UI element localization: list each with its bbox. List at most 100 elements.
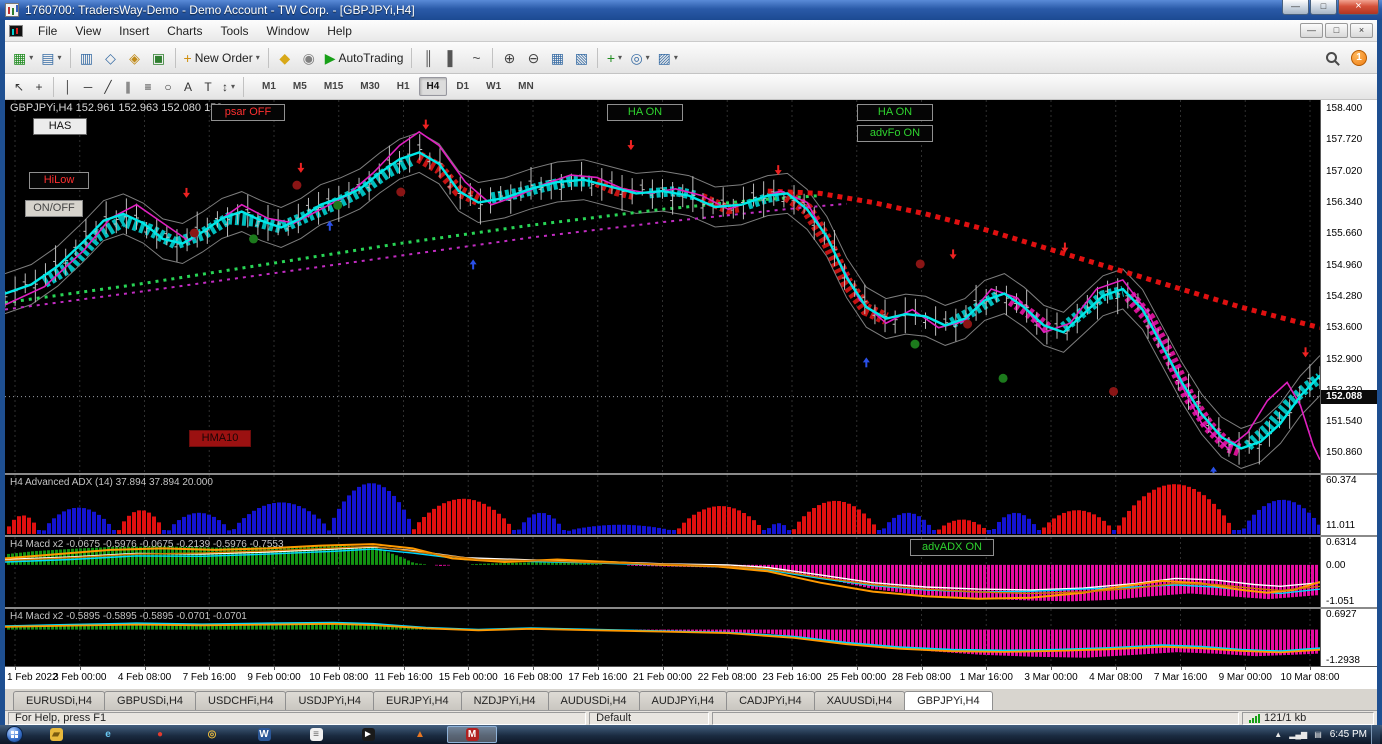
hilow-button[interactable]: HiLow bbox=[29, 172, 89, 189]
bar-chart-button[interactable]: ║ bbox=[416, 46, 440, 70]
search-icon[interactable] bbox=[1326, 52, 1337, 63]
macd1-indicator-pane[interactable]: H4 Macd x2 -0.0675 -0.5976 -0.0675 -0.21… bbox=[5, 537, 1377, 607]
menu-help[interactable]: Help bbox=[318, 21, 361, 41]
time-axis[interactable]: 1 Feb 20223 Feb 00:004 Feb 08:007 Feb 16… bbox=[5, 666, 1377, 688]
maximize-button[interactable]: □ bbox=[1310, 0, 1337, 15]
macd2-canvas[interactable] bbox=[5, 609, 1320, 666]
timeframe-m5-button[interactable]: M5 bbox=[285, 77, 315, 96]
advfo-button[interactable]: advFo ON bbox=[857, 125, 933, 142]
main-chart-pane[interactable]: GBPJPYi,H4 152.961 152.963 152.080 152. … bbox=[5, 100, 1377, 473]
menu-tools[interactable]: Tools bbox=[212, 21, 258, 41]
trendline-button[interactable]: ╱ bbox=[98, 77, 118, 97]
taskbar-item-mt4[interactable]: M bbox=[447, 726, 497, 743]
hidden-icons-button[interactable]: ▲ bbox=[1274, 730, 1282, 739]
network-icon[interactable]: ▂▄▆ bbox=[1289, 730, 1307, 739]
ha-button-right[interactable]: HA ON bbox=[857, 104, 933, 121]
timeframe-m30-button[interactable]: M30 bbox=[352, 77, 387, 96]
profiles-button[interactable]: ▤▾ bbox=[37, 46, 65, 70]
advadx-button[interactable]: advADX ON bbox=[910, 539, 994, 556]
taskbar-item-explorer[interactable]: ▰ bbox=[31, 726, 81, 743]
cascade-windows-button[interactable]: ▧ bbox=[569, 46, 593, 70]
cursor-button[interactable]: ↖ bbox=[9, 77, 29, 97]
mdi-minimize-button[interactable]: — bbox=[1300, 23, 1323, 38]
menu-window[interactable]: Window bbox=[258, 21, 319, 41]
text-button[interactable]: A bbox=[178, 77, 198, 97]
autotrading-button[interactable]: ▶AutoTrading bbox=[321, 46, 408, 70]
menu-file[interactable]: File bbox=[29, 21, 66, 41]
chart-tab-usdchfi[interactable]: USDCHFi,H4 bbox=[195, 691, 286, 710]
mdi-close-button[interactable]: × bbox=[1350, 23, 1373, 38]
onoff-button[interactable]: ON/OFF bbox=[25, 200, 83, 217]
has-button[interactable]: HAS bbox=[33, 118, 87, 135]
menu-insert[interactable]: Insert bbox=[110, 21, 158, 41]
chart-tab-gbpusdi[interactable]: GBPUSDi,H4 bbox=[104, 691, 196, 710]
taskbar-item-ie[interactable]: e bbox=[83, 726, 133, 743]
chart-tab-gbpjpyi[interactable]: GBPJPYi,H4 bbox=[904, 691, 993, 710]
start-button[interactable] bbox=[6, 726, 23, 743]
templates-button[interactable]: ▨▾ bbox=[654, 46, 682, 70]
timeframe-m1-button[interactable]: M1 bbox=[254, 77, 284, 96]
notifications-badge[interactable]: 1 bbox=[1351, 50, 1367, 66]
chart-tab-nzdjpyi[interactable]: NZDJPYi,H4 bbox=[461, 691, 549, 710]
hma-label[interactable]: HMA10 bbox=[189, 430, 251, 447]
taskbar-item-media[interactable]: ► bbox=[343, 726, 393, 743]
macd1-canvas[interactable] bbox=[5, 537, 1320, 607]
timeframe-w1-button[interactable]: W1 bbox=[478, 77, 509, 96]
horizontal-line-button[interactable]: ─ bbox=[78, 77, 98, 97]
market-watch-button[interactable]: ▥ bbox=[75, 46, 99, 70]
new-order-button[interactable]: +New Order▾ bbox=[180, 46, 264, 70]
psar-button[interactable]: psar OFF bbox=[211, 104, 285, 121]
taskbar-item-coins[interactable]: ◎ bbox=[187, 726, 237, 743]
candlestick-chart-button[interactable]: ▌ bbox=[440, 46, 464, 70]
indicators-button[interactable]: +▾ bbox=[602, 46, 626, 70]
chart-tab-cadjpyi[interactable]: CADJPYi,H4 bbox=[726, 691, 815, 710]
shapes-button[interactable]: ○ bbox=[158, 77, 178, 97]
timeframe-mn-button[interactable]: MN bbox=[510, 77, 542, 96]
taskbar-item-word[interactable]: W bbox=[239, 726, 289, 743]
periods-button[interactable]: ◎▾ bbox=[626, 46, 653, 70]
taskbar-item-notepad[interactable]: ≡ bbox=[291, 726, 341, 743]
status-profile[interactable]: Default bbox=[589, 712, 709, 725]
mdi-restore-button[interactable]: □ bbox=[1325, 23, 1348, 38]
data-window-button[interactable]: ◇ bbox=[99, 46, 123, 70]
new-chart-button[interactable]: ▦▾ bbox=[9, 46, 37, 70]
tile-windows-button[interactable]: ▦ bbox=[545, 46, 569, 70]
timeframe-h1-button[interactable]: H1 bbox=[389, 77, 418, 96]
expert-advisors-button[interactable]: ◉ bbox=[297, 46, 321, 70]
adx-indicator-pane[interactable]: H4 Advanced ADX (14) 37.894 37.894 20.00… bbox=[5, 475, 1377, 535]
navigator-button[interactable]: ◈ bbox=[123, 46, 147, 70]
zoom-out-button[interactable]: ⊖ bbox=[521, 46, 545, 70]
taskbar-item-browser[interactable]: ● bbox=[135, 726, 185, 743]
taskbar-item-flame[interactable]: ▲ bbox=[395, 726, 445, 743]
chart-tab-audusdi[interactable]: AUDUSDi,H4 bbox=[548, 691, 640, 710]
timeframe-d1-button[interactable]: D1 bbox=[448, 77, 477, 96]
chart-tab-xauusdi[interactable]: XAUUSDi,H4 bbox=[814, 691, 905, 710]
minimize-button[interactable]: — bbox=[1282, 0, 1309, 15]
fibonacci-button[interactable]: ≡ bbox=[138, 77, 158, 97]
arrows-button[interactable]: ↕▾ bbox=[218, 77, 239, 97]
action-center-icon[interactable]: ▤ bbox=[1314, 730, 1322, 739]
vertical-line-button[interactable]: │ bbox=[58, 77, 78, 97]
line-chart-button[interactable]: ~ bbox=[464, 46, 488, 70]
show-desktop-button[interactable] bbox=[1371, 725, 1380, 744]
adx-canvas[interactable] bbox=[5, 475, 1320, 535]
ha-button-top[interactable]: HA ON bbox=[607, 104, 683, 121]
macd2-indicator-pane[interactable]: H4 Macd x2 -0.5895 -0.5895 -0.5895 -0.07… bbox=[5, 609, 1377, 666]
timeframe-m15-button[interactable]: M15 bbox=[316, 77, 351, 96]
chart-tab-eurjpyi[interactable]: EURJPYi,H4 bbox=[373, 691, 462, 710]
menu-charts[interactable]: Charts bbox=[158, 21, 211, 41]
text-label-button[interactable]: T bbox=[198, 77, 218, 97]
close-button[interactable]: × bbox=[1338, 0, 1379, 15]
metaeditor-button[interactable]: ◆ bbox=[273, 46, 297, 70]
channel-button[interactable]: ∥ bbox=[118, 77, 138, 97]
terminal-button[interactable]: ▣ bbox=[147, 46, 171, 70]
timeframe-h4-button[interactable]: H4 bbox=[419, 77, 448, 96]
menu-view[interactable]: View bbox=[66, 21, 110, 41]
main-chart-canvas[interactable] bbox=[5, 100, 1320, 473]
chart-tab-usdjpyi[interactable]: USDJPYi,H4 bbox=[285, 691, 374, 710]
crosshair-button[interactable]: + bbox=[29, 77, 49, 97]
price-scale[interactable]: 158.400157.720157.020156.340155.660154.9… bbox=[1320, 100, 1377, 473]
zoom-in-button[interactable]: ⊕ bbox=[497, 46, 521, 70]
chart-tab-audjpyi[interactable]: AUDJPYi,H4 bbox=[639, 691, 728, 710]
chart-tab-eurusdi[interactable]: EURUSDi,H4 bbox=[13, 691, 105, 710]
